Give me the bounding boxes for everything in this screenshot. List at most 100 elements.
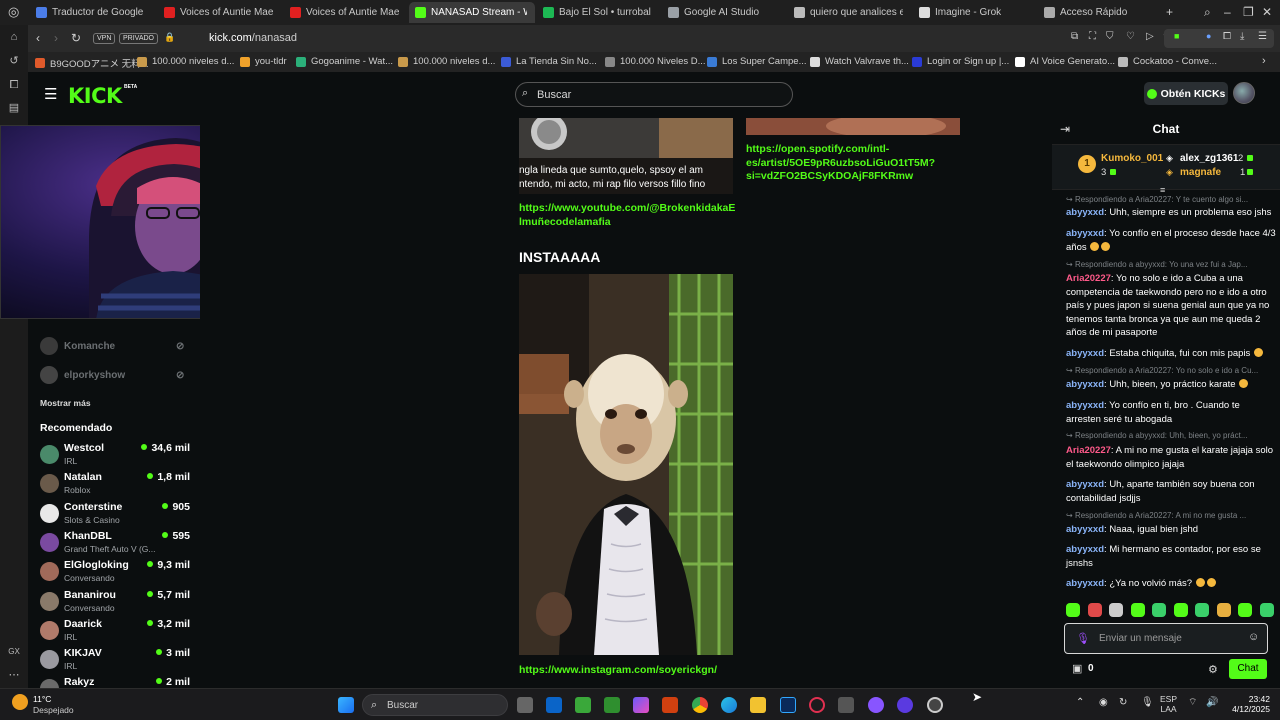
bookmark-item[interactable]: Cockatoo - Conve... bbox=[1118, 56, 1217, 67]
pinboard-icon[interactable]: ▤ bbox=[7, 101, 21, 115]
followed-channel-komanche[interactable]: Komanche ⊘ bbox=[40, 337, 184, 355]
chat-message[interactable]: abyyxxd: Uhh, siempre es un problema eso… bbox=[1066, 206, 1276, 220]
chat-username[interactable]: abyyxxd bbox=[1066, 379, 1104, 390]
emote-icon[interactable] bbox=[1259, 603, 1274, 617]
search-input[interactable]: ⌕ Buscar bbox=[515, 82, 793, 107]
maximize-icon[interactable]: ❐ bbox=[1243, 5, 1254, 19]
bookmark-item[interactable]: AI Voice Generato... bbox=[1015, 56, 1115, 67]
browser-tab[interactable]: Acceso Rápido bbox=[1038, 2, 1158, 23]
gx-corner-icon[interactable]: GX bbox=[7, 645, 21, 659]
chrome-icon[interactable] bbox=[692, 697, 708, 713]
lock-icon[interactable]: 🔒 bbox=[164, 32, 175, 43]
chat-username[interactable]: abyyxxd bbox=[1066, 544, 1104, 555]
chat-message[interactable]: Aria20227: A mi no me gusta el karate ja… bbox=[1066, 444, 1276, 471]
extensions-puzzle-icon[interactable]: ⧠ bbox=[1223, 31, 1231, 42]
bookmark-item[interactable]: 100.000 niveles d... bbox=[137, 56, 234, 67]
chat-send-button[interactable]: Chat bbox=[1229, 659, 1267, 679]
instagram-link[interactable]: https://www.instagram.com/soyerickgn/ bbox=[519, 664, 717, 678]
chat-username[interactable]: abyyxxd bbox=[1066, 479, 1104, 490]
chat-username[interactable]: Aria20227 bbox=[1066, 445, 1111, 456]
browser-tab[interactable]: Voices of Auntie Mae - Y bbox=[284, 2, 407, 23]
tray-chevron-icon[interactable]: ⌃ bbox=[1076, 698, 1084, 708]
emote-icon[interactable] bbox=[1216, 603, 1231, 617]
weather-description[interactable]: Despejado bbox=[33, 705, 74, 715]
obs-icon[interactable] bbox=[897, 697, 913, 713]
tray-sync-icon[interactable]: ↻ bbox=[1119, 698, 1127, 708]
bookmark-item[interactable]: Los Super Campe... bbox=[707, 56, 807, 67]
browser-tab[interactable]: NANASAD Stream - Watc bbox=[409, 2, 535, 23]
bookmark-item[interactable]: B9GOODアニメ 无料... bbox=[35, 56, 149, 70]
chat-username[interactable]: abyyxxd bbox=[1066, 348, 1104, 359]
chat-message[interactable]: Aria20227: Yo no solo e ido a Cuba a una… bbox=[1066, 272, 1276, 340]
easy-setup-icon[interactable]: ☰ bbox=[1258, 31, 1267, 42]
minecraft-icon[interactable] bbox=[575, 697, 591, 713]
recommended-channel[interactable]: Rakyz 2 mil bbox=[40, 676, 190, 688]
leaderboard-user-2[interactable]: alex_zg1361 bbox=[1180, 153, 1238, 164]
leaderboard-user-3[interactable]: magnafe bbox=[1180, 167, 1221, 178]
bookmark-item[interactable]: you-tldr bbox=[240, 56, 287, 67]
history-icon[interactable]: ↺ bbox=[7, 54, 21, 68]
url-field[interactable]: kick.com/nanasad bbox=[209, 32, 297, 44]
green-app-icon[interactable] bbox=[604, 697, 620, 713]
browser-tab[interactable]: Traductor de Google bbox=[30, 2, 155, 23]
chat-username[interactable]: abyyxxd bbox=[1066, 228, 1104, 239]
emote-icon[interactable] bbox=[1173, 603, 1188, 617]
back-icon[interactable]: ‹ bbox=[36, 31, 40, 45]
show-more-link[interactable]: Mostrar más bbox=[40, 398, 91, 408]
more-bookmarks-icon[interactable]: › bbox=[1262, 55, 1266, 67]
chat-message[interactable]: abyyxxd: Yo confío en el proceso desde h… bbox=[1066, 227, 1276, 254]
language-indicator[interactable]: ESP LAA bbox=[1160, 694, 1177, 714]
reply-context[interactable]: ↪ Respondiendo a Aria20227: Y te cuento … bbox=[1066, 195, 1278, 204]
recommended-channel[interactable]: Bananirou Conversando 5,7 mil bbox=[40, 589, 190, 617]
chrome-profile-icon[interactable] bbox=[927, 697, 943, 713]
browser-tab[interactable]: quiero que analices el c bbox=[788, 2, 911, 23]
bookmark-heart-icon[interactable]: ♡ bbox=[1126, 31, 1135, 42]
bookmark-item[interactable]: La Tienda Sin No... bbox=[501, 56, 597, 67]
task-view-icon[interactable] bbox=[517, 697, 533, 713]
speed-dial-icon[interactable]: ⌂ bbox=[7, 30, 21, 44]
clock[interactable]: 23:42 4/12/2025 bbox=[1226, 694, 1270, 714]
chat-username[interactable]: abyyxxd bbox=[1066, 578, 1104, 589]
emoji-picker-icon[interactable]: ☺ bbox=[1248, 631, 1259, 643]
browser-tab[interactable]: Imagine - Grok bbox=[913, 2, 1036, 23]
microphone-icon[interactable]: 🎙 bbox=[1076, 632, 1090, 645]
recommended-channel[interactable]: Natalan Roblox 1,8 mil bbox=[40, 471, 190, 499]
download-icon[interactable]: ⤓ bbox=[1240, 31, 1244, 42]
shield-icon[interactable]: ⛉ bbox=[1106, 31, 1114, 42]
minimize-icon[interactable]: – bbox=[1224, 5, 1231, 19]
emote-icon[interactable] bbox=[1109, 603, 1124, 617]
taskbar-search-box[interactable]: ⌕ Buscar bbox=[362, 694, 508, 716]
chat-message-input[interactable]: 🎙 Enviar un mensaje ☺ bbox=[1064, 623, 1268, 654]
photoshop-icon[interactable] bbox=[780, 697, 796, 713]
copilot-icon[interactable] bbox=[633, 697, 649, 713]
vpn-badge[interactable]: VPN bbox=[93, 33, 116, 44]
forward-icon[interactable]: › bbox=[54, 31, 58, 45]
file-explorer-icon[interactable] bbox=[750, 697, 766, 713]
chat-message[interactable]: abyyxxd: Uhh, bieen, yo práctico karate bbox=[1066, 378, 1276, 392]
reply-context[interactable]: ↪ Respondiendo a Aria20227: A mi no me g… bbox=[1066, 511, 1278, 520]
browser-tab[interactable]: Voices of Auntie Mae - Y bbox=[158, 2, 282, 23]
tab-search-icon[interactable]: ⌕ bbox=[1204, 5, 1211, 20]
new-tab-icon[interactable]: + bbox=[1166, 5, 1173, 19]
microphone-icon[interactable]: 🎙 bbox=[1141, 698, 1154, 708]
bookmark-item[interactable]: 100.000 niveles d... bbox=[398, 56, 495, 67]
start-windows-icon[interactable] bbox=[338, 697, 354, 713]
recommended-channel[interactable]: ElGlogloking Conversando 9,3 mil bbox=[40, 559, 190, 587]
kick-logo[interactable]: KICK bbox=[68, 84, 122, 108]
bookmark-item[interactable]: 100.000 Niveles D... bbox=[605, 56, 706, 67]
user-avatar[interactable] bbox=[1233, 82, 1255, 104]
chat-username[interactable]: abyyxxd bbox=[1066, 524, 1104, 535]
reply-context[interactable]: ↪ Respondiendo a abyyxxd: Uhh, bieen, yo… bbox=[1066, 431, 1278, 440]
expand-leaderboard-icon[interactable]: ≡ bbox=[1160, 185, 1165, 195]
chat-message[interactable]: abyyxxd: Yo confío en ti, bro . Cuando t… bbox=[1066, 399, 1276, 426]
emote-icon[interactable] bbox=[1130, 603, 1145, 617]
weather-temperature[interactable]: 11°C bbox=[33, 694, 51, 704]
chat-message[interactable]: abyyxxd: Mi hermano es contador, por eso… bbox=[1066, 543, 1276, 570]
emote-icon[interactable] bbox=[1195, 603, 1210, 617]
hamburger-menu-icon[interactable]: ☰ bbox=[44, 85, 57, 103]
browser-tab[interactable]: Google AI Studio bbox=[662, 2, 786, 23]
opera-menu-icon[interactable]: ◎ bbox=[8, 4, 19, 20]
emote-icon[interactable] bbox=[1238, 603, 1253, 617]
recommended-channel[interactable]: KhanDBL Grand Theft Auto V (G... 595 bbox=[40, 530, 190, 558]
sidebar-more-icon[interactable]: ⋯ bbox=[7, 668, 21, 682]
